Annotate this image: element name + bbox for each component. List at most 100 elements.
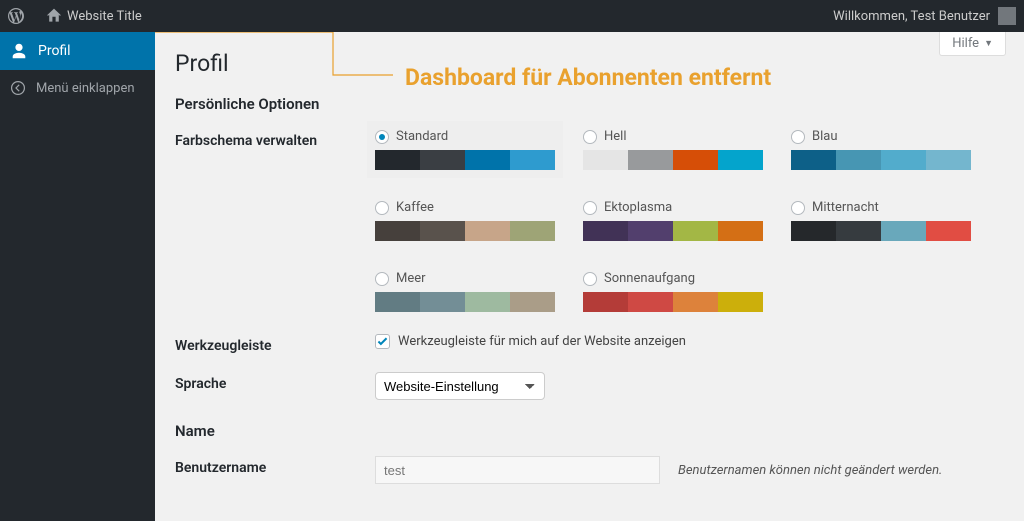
scheme-name: Meer <box>396 271 426 286</box>
avatar <box>998 7 1016 25</box>
user-icon <box>10 42 28 60</box>
scheme-radio-row: Sonnenaufgang <box>583 271 763 286</box>
color-scheme-option[interactable]: Standard <box>367 121 563 178</box>
swatch <box>628 221 673 241</box>
admin-toolbar: Website Title Willkommen, Test Benutzer <box>0 0 1024 32</box>
field-colorscheme: Standard Hell Blau Kaffee Ektoplasma Mitterna… <box>375 129 1004 312</box>
radio-icon[interactable] <box>791 130 805 144</box>
swatch <box>583 221 628 241</box>
scheme-radio-row: Blau <box>791 129 971 144</box>
main-wrap: Profil Menü einklappen Hilfe ▼ Profil Da… <box>0 32 1024 521</box>
scheme-swatches <box>583 150 763 170</box>
content-area: Hilfe ▼ Profil Dashboard für Abonnenten … <box>155 32 1024 521</box>
swatch <box>926 150 971 170</box>
field-toolbar: Werkzeugleiste für mich auf der Website … <box>375 334 1004 349</box>
swatch <box>836 150 881 170</box>
swatch <box>420 292 465 312</box>
swatch <box>465 150 510 170</box>
wp-logo-menu[interactable] <box>0 0 32 32</box>
swatch <box>673 292 718 312</box>
scheme-name: Sonnenaufgang <box>604 271 695 286</box>
scheme-name: Ektoplasma <box>604 200 672 215</box>
swatch <box>375 221 420 241</box>
row-language: Sprache Website-Einstellung <box>175 372 1004 400</box>
label-toolbar: Werkzeugleiste <box>175 334 375 354</box>
swatch <box>881 150 926 170</box>
color-scheme-option[interactable]: Sonnenaufgang <box>583 271 763 312</box>
scheme-swatches <box>791 221 971 241</box>
row-toolbar: Werkzeugleiste Werkzeugleiste für mich a… <box>175 334 1004 354</box>
swatch <box>510 150 555 170</box>
color-schemes: Standard Hell Blau Kaffee Ektoplasma Mitterna… <box>375 129 1004 312</box>
annotation-overlay: Dashboard für Abonnenten entfernt <box>405 64 771 91</box>
label-username: Benutzername <box>175 456 375 476</box>
swatch <box>583 292 628 312</box>
swatch <box>836 221 881 241</box>
color-scheme-option[interactable]: Mitternacht <box>791 200 971 241</box>
swatch <box>510 292 555 312</box>
toolbar-checkbox-text: Werkzeugleiste für mich auf der Website … <box>398 334 686 349</box>
swatch <box>673 150 718 170</box>
collapse-icon <box>10 80 26 96</box>
scheme-radio-row: Standard <box>375 129 555 144</box>
language-select[interactable]: Website-Einstellung <box>375 372 545 400</box>
scheme-radio-row: Hell <box>583 129 763 144</box>
toolbar-checkbox[interactable] <box>375 334 390 349</box>
sidebar-item-profile[interactable]: Profil <box>0 32 155 70</box>
radio-icon[interactable] <box>375 272 389 286</box>
scheme-swatches <box>583 292 763 312</box>
scheme-radio-row: Kaffee <box>375 200 555 215</box>
admin-sidebar: Profil Menü einklappen <box>0 32 155 521</box>
scheme-swatches <box>791 150 971 170</box>
swatch <box>718 221 763 241</box>
username-input <box>375 456 660 484</box>
check-icon <box>376 335 389 348</box>
swatch <box>420 150 465 170</box>
scheme-name: Kaffee <box>396 200 434 215</box>
scheme-radio-row: Mitternacht <box>791 200 971 215</box>
radio-icon[interactable] <box>583 272 597 286</box>
color-scheme-option[interactable]: Hell <box>583 129 763 170</box>
field-language: Website-Einstellung <box>375 372 1004 400</box>
scheme-swatches <box>583 221 763 241</box>
radio-icon[interactable] <box>583 130 597 144</box>
label-colorscheme: Farbschema verwalten <box>175 129 375 149</box>
help-tab[interactable]: Hilfe ▼ <box>939 32 1006 56</box>
row-username: Benutzername Benutzernamen können nicht … <box>175 456 1004 484</box>
color-scheme-option[interactable]: Kaffee <box>375 200 555 241</box>
swatch <box>510 221 555 241</box>
radio-icon[interactable] <box>791 201 805 215</box>
scheme-swatches <box>375 292 555 312</box>
color-scheme-option[interactable]: Blau <box>791 129 971 170</box>
admin-toolbar-right[interactable]: Willkommen, Test Benutzer <box>833 7 1016 25</box>
swatch <box>718 292 763 312</box>
swatch <box>791 221 836 241</box>
swatch <box>583 150 628 170</box>
color-scheme-option[interactable]: Ektoplasma <box>583 200 763 241</box>
swatch <box>375 150 420 170</box>
scheme-radio-row: Ektoplasma <box>583 200 763 215</box>
scheme-swatches <box>375 221 555 241</box>
radio-icon[interactable] <box>375 201 389 215</box>
swatch <box>628 292 673 312</box>
label-language: Sprache <box>175 372 375 392</box>
sidebar-collapse[interactable]: Menü einklappen <box>0 70 155 106</box>
radio-icon[interactable] <box>583 201 597 215</box>
swatch <box>926 221 971 241</box>
section-name: Name <box>175 422 1004 440</box>
wordpress-icon <box>8 8 24 24</box>
swatch <box>420 221 465 241</box>
toolbar-checkbox-label[interactable]: Werkzeugleiste für mich auf der Website … <box>375 334 1004 349</box>
username-note: Benutzernamen können nicht geändert werd… <box>678 463 942 478</box>
radio-icon[interactable] <box>375 130 389 144</box>
swatch <box>465 292 510 312</box>
admin-toolbar-left: Website Title <box>0 0 150 32</box>
swatch <box>628 150 673 170</box>
swatch <box>465 221 510 241</box>
site-link[interactable]: Website Title <box>38 0 150 32</box>
home-icon <box>46 8 62 24</box>
scheme-swatches <box>375 150 555 170</box>
color-scheme-option[interactable]: Meer <box>375 271 555 312</box>
section-personal-options: Persönliche Optionen <box>175 95 1004 113</box>
swatch <box>791 150 836 170</box>
